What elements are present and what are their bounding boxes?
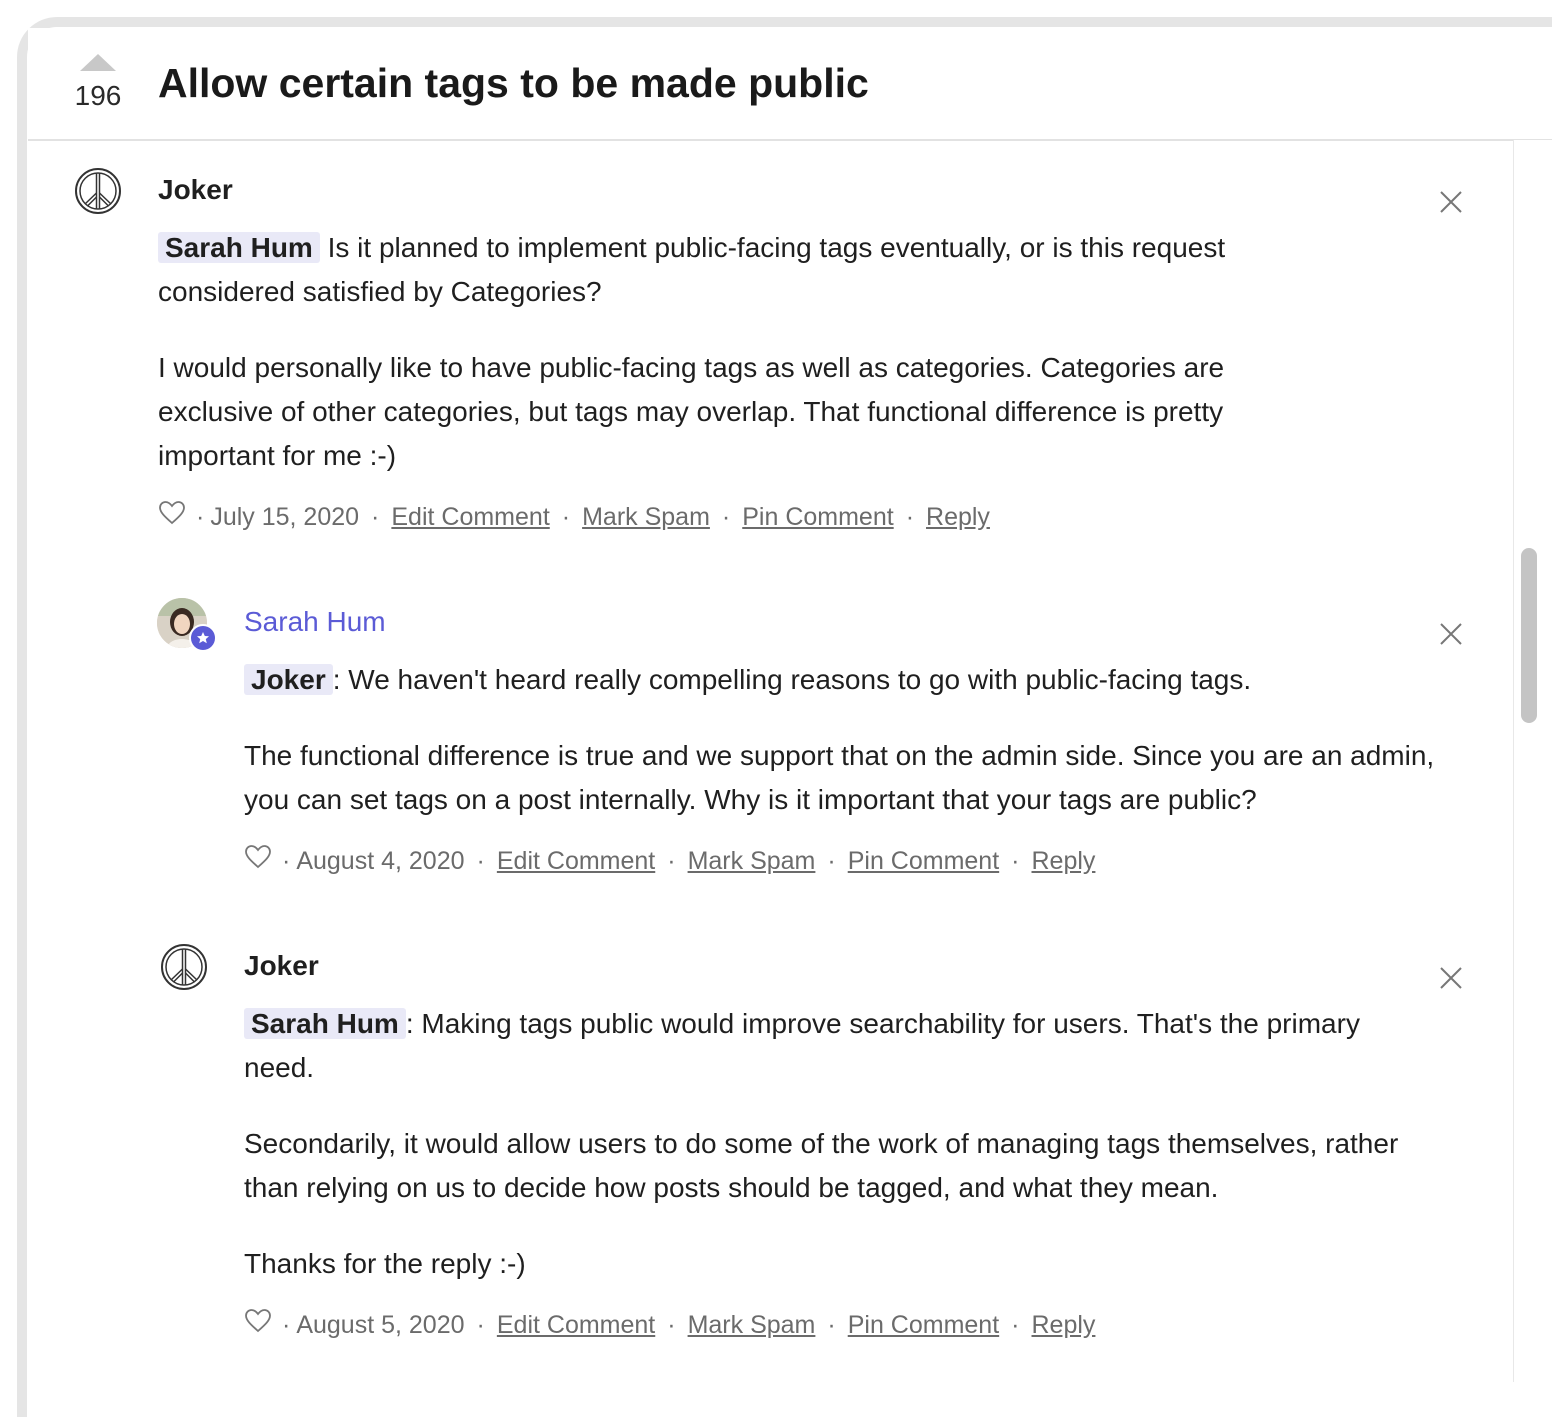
mark-spam-link[interactable]: Mark Spam <box>688 1310 816 1340</box>
scrollbar-track[interactable] <box>1513 140 1552 1382</box>
comment-actions: · August 5, 2020 · Edit Comment · Mark S… <box>244 1308 1095 1341</box>
comment-paragraph: Sarah Hum Is it planned to implement pub… <box>158 226 1328 314</box>
comment-body: Sarah Hum: Making tags public would impr… <box>244 1002 1414 1318</box>
close-icon[interactable] <box>1438 621 1464 647</box>
close-icon[interactable] <box>1438 965 1464 991</box>
comment-text: : We haven't heard really compelling rea… <box>332 664 1252 695</box>
post-header: 196 Allow certain tags to be made public <box>28 28 1552 141</box>
peace-icon <box>73 166 123 216</box>
comment-author[interactable]: Sarah Hum <box>244 605 386 639</box>
edit-comment-link[interactable]: Edit Comment <box>497 846 655 876</box>
comment-date: August 5, 2020 <box>296 1310 465 1339</box>
comment-paragraph: Joker: We haven't heard really compellin… <box>244 658 1444 702</box>
mention-tag[interactable]: Joker <box>244 664 333 695</box>
close-icon[interactable] <box>1438 189 1464 215</box>
comment-actions: · August 4, 2020 · Edit Comment · Mark S… <box>244 844 1095 877</box>
admin-badge-icon <box>189 624 217 652</box>
peace-icon <box>159 942 209 992</box>
heart-icon[interactable] <box>244 844 272 877</box>
reply-link[interactable]: Reply <box>1032 1310 1096 1340</box>
scrollbar-thumb[interactable] <box>1521 548 1537 723</box>
reply-link[interactable]: Reply <box>1032 846 1096 876</box>
mention-tag[interactable]: Sarah Hum <box>244 1008 406 1039</box>
comment-paragraph: Sarah Hum: Making tags public would impr… <box>244 1002 1414 1090</box>
mark-spam-link[interactable]: Mark Spam <box>582 502 710 532</box>
edit-comment-link[interactable]: Edit Comment <box>391 502 549 532</box>
upvote-arrow-icon[interactable] <box>80 54 116 71</box>
pin-comment-link[interactable]: Pin Comment <box>848 846 999 876</box>
heart-icon[interactable] <box>244 1308 272 1341</box>
comment-body: Sarah Hum Is it planned to implement pub… <box>158 226 1328 510</box>
comment-text: : Making tags public would improve searc… <box>244 1008 1360 1083</box>
pin-comment-link[interactable]: Pin Comment <box>742 502 893 532</box>
comment-author[interactable]: Joker <box>244 949 319 983</box>
comment-date: August 4, 2020 <box>296 846 465 875</box>
reply-link[interactable]: Reply <box>926 502 990 532</box>
comment-paragraph: Secondarily, it would allow users to do … <box>244 1128 1399 1203</box>
comment-paragraph: I would personally like to have public-f… <box>158 352 1225 471</box>
comment-date: July 15, 2020 <box>210 502 360 531</box>
post-title: Allow certain tags to be made public <box>158 60 869 106</box>
mark-spam-link[interactable]: Mark Spam <box>688 846 816 876</box>
vote-count: 196 <box>74 80 122 111</box>
comment-paragraph: Thanks for the reply :-) <box>244 1248 526 1279</box>
mention-tag[interactable]: Sarah Hum <box>158 232 320 263</box>
vote-widget: 196 <box>72 54 124 111</box>
comment-author[interactable]: Joker <box>158 173 233 207</box>
heart-icon[interactable] <box>158 500 186 533</box>
pin-comment-link[interactable]: Pin Comment <box>848 1310 999 1340</box>
comment-paragraph: The functional difference is true and we… <box>244 740 1435 815</box>
edit-comment-link[interactable]: Edit Comment <box>497 1310 655 1340</box>
comment-actions: · July 15, 2020 · Edit Comment · Mark Sp… <box>158 500 990 533</box>
comment-body: Joker: We haven't heard really compellin… <box>244 658 1444 854</box>
